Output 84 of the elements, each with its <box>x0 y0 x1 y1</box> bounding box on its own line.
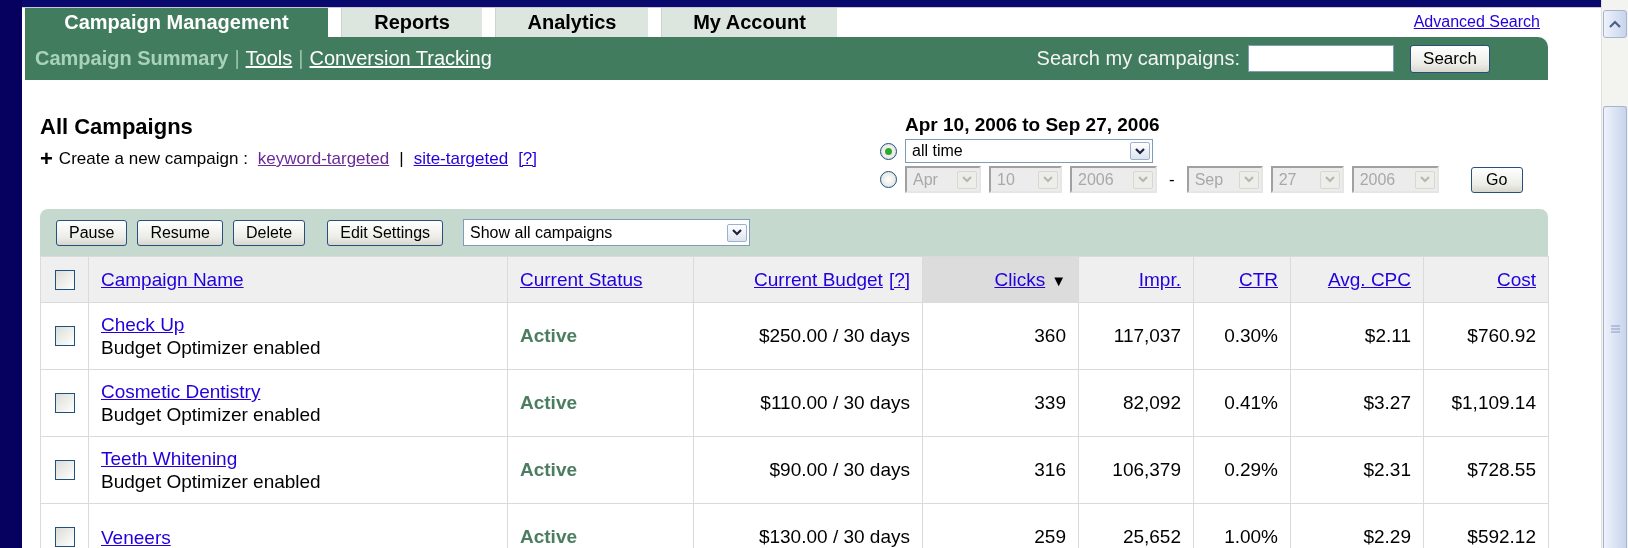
create-link[interactable]: keyword-targeted <box>257 149 390 169</box>
campaign-note: Budget Optimizer enabled <box>101 471 321 492</box>
table-cell: $3.27 <box>1290 369 1424 437</box>
checkbox[interactable] <box>54 326 75 346</box>
checkbox[interactable] <box>54 527 75 547</box>
table-cell: 106,379 <box>1078 436 1194 504</box>
go-button[interactable]: Go <box>1470 166 1523 193</box>
sort-indicator: ▼ <box>1051 271 1066 289</box>
status-cell: Active <box>507 369 694 437</box>
scroll-up-button[interactable] <box>1603 10 1627 38</box>
table-cell: 82,092 <box>1078 369 1194 437</box>
toolbar-button[interactable]: Edit Settings <box>327 219 444 246</box>
chevron-down-icon <box>1419 176 1430 183</box>
date-range-title: Apr 10, 2006 to Sep 27, 2006 <box>905 114 1161 136</box>
campaign-link[interactable]: Teeth Whitening <box>101 447 495 470</box>
checkbox[interactable] <box>54 269 75 290</box>
chevron-down-icon <box>1138 176 1148 183</box>
campaign-note: Budget Optimizer enabled <box>101 404 321 425</box>
table-cell: 360 <box>922 302 1079 370</box>
checkbox[interactable] <box>54 393 75 413</box>
table-cell: $1,109.14 <box>1423 369 1549 437</box>
create-link[interactable]: site-targeted <box>413 149 509 169</box>
table-cell: 117,037 <box>1078 302 1194 370</box>
tab[interactable]: Reports <box>341 8 482 37</box>
column-sort-link[interactable]: Campaign Name <box>101 268 244 290</box>
table-cell: $90.00 / 30 days <box>693 436 923 504</box>
page-heading: All Campaigns <box>40 114 194 140</box>
campaign-link[interactable]: Check Up <box>101 313 495 336</box>
toolbar-button[interactable]: Delete <box>232 219 306 246</box>
table-cell: 0.29% <box>1193 436 1291 504</box>
help-link[interactable]: [?] <box>888 268 910 290</box>
campaign-note: Budget Optimizer enabled <box>101 337 321 358</box>
chevron-down-icon <box>1135 147 1145 155</box>
chevron-down-icon <box>1324 176 1335 183</box>
table-cell: $2.11 <box>1290 302 1424 370</box>
tab[interactable]: My Account <box>661 8 837 37</box>
scrollbar-thumb[interactable] <box>1603 106 1627 548</box>
nav-link[interactable]: Conversion Tracking <box>309 47 492 70</box>
column-sort-link[interactable]: Impr. <box>1138 268 1181 290</box>
toolbar-button[interactable]: Resume <box>137 219 223 246</box>
chevron-down-icon <box>732 229 743 236</box>
column-sort-link[interactable]: Current Budget <box>754 268 883 290</box>
chevron-up-icon <box>1609 19 1621 29</box>
table-cell: 316 <box>922 436 1079 504</box>
column-sort-link[interactable]: CTR <box>1238 268 1278 290</box>
column-sort-link[interactable]: Clicks <box>994 268 1046 290</box>
create-link[interactable]: [?] <box>518 149 538 169</box>
chevron-down-icon <box>1243 176 1254 183</box>
status-cell: Active <box>507 436 694 504</box>
dropdown[interactable]: all time <box>905 139 1153 163</box>
plus-icon: + <box>40 146 53 172</box>
separator: | <box>399 149 404 169</box>
column-sort-link[interactable]: Cost <box>1496 268 1536 290</box>
date-separator: - <box>1169 169 1175 190</box>
table-cell: $2.31 <box>1290 436 1424 504</box>
chevron-down-icon <box>1043 176 1053 183</box>
grip-icon <box>1610 325 1620 333</box>
table-cell: 0.30% <box>1193 302 1291 370</box>
checkbox[interactable] <box>54 460 75 480</box>
current-page-label: Campaign Summary <box>35 47 229 70</box>
status-cell: Active <box>507 302 694 370</box>
advanced-search-link[interactable]: Advanced Search <box>1413 13 1540 31</box>
search-button[interactable]: Search <box>1410 44 1490 73</box>
search-field[interactable] <box>1248 45 1394 72</box>
table-cell: $728.55 <box>1423 436 1549 504</box>
separator: | <box>234 47 240 70</box>
campaign-link[interactable]: Cosmetic Dentistry <box>101 380 495 403</box>
table-cell: $110.00 / 30 days <box>693 369 923 437</box>
table-cell: $760.92 <box>1423 302 1549 370</box>
column-sort-link[interactable]: Current Status <box>520 268 643 290</box>
create-campaign-label: Create a new campaign : <box>58 149 248 169</box>
separator: | <box>298 47 304 70</box>
table-cell: 339 <box>922 369 1079 437</box>
radio-button[interactable] <box>880 142 897 160</box>
column-sort-link[interactable]: Avg. CPC <box>1327 268 1411 290</box>
nav-link[interactable]: Tools <box>245 47 293 70</box>
chevron-down-icon <box>962 176 972 183</box>
tab[interactable]: Analytics <box>495 8 648 37</box>
table-cell: 0.41% <box>1193 369 1291 437</box>
tab[interactable]: Campaign Management <box>25 8 328 37</box>
toolbar-button[interactable]: Pause <box>56 219 128 246</box>
dropdown[interactable]: Show all campaigns <box>463 219 751 246</box>
table-cell: $250.00 / 30 days <box>693 302 923 370</box>
search-label: Search my campaigns: <box>1036 47 1240 70</box>
